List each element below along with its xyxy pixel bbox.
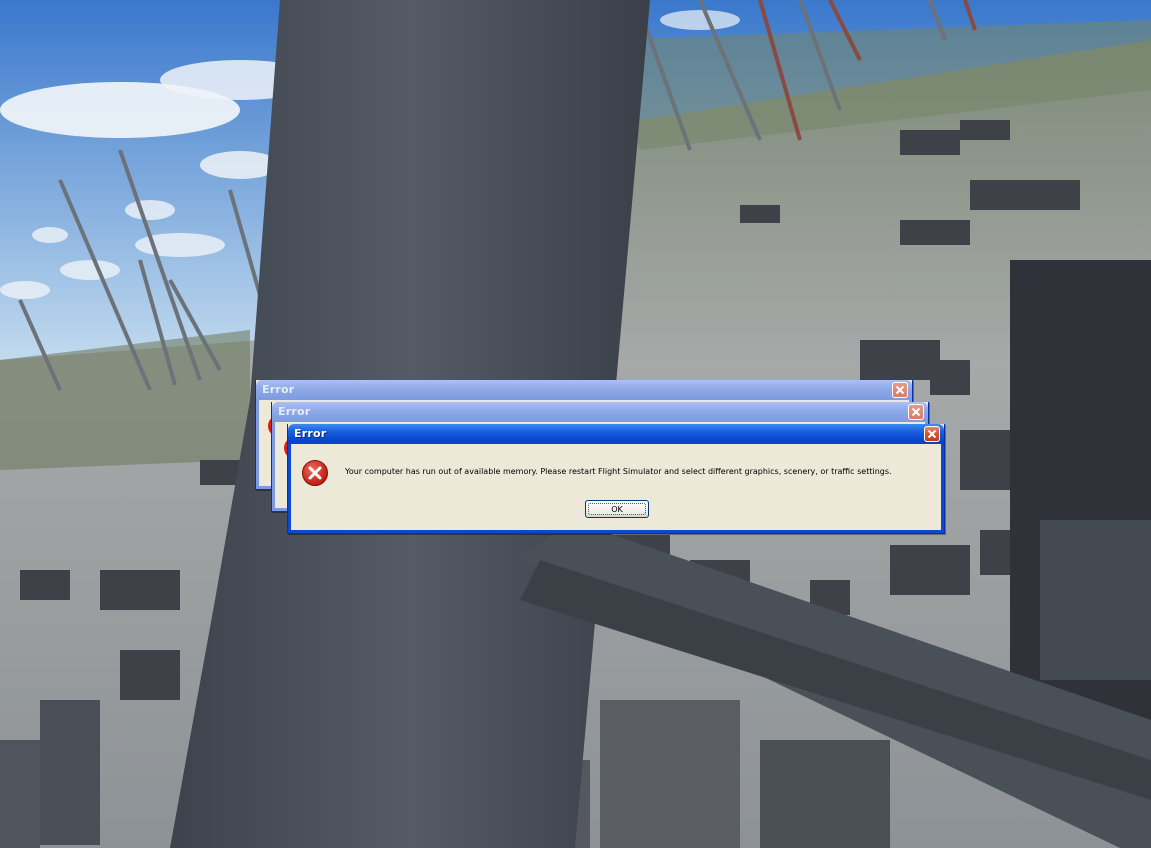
title-bar[interactable]: Error [256, 380, 912, 400]
close-button[interactable] [908, 404, 924, 420]
close-button[interactable] [892, 382, 908, 398]
close-icon [911, 407, 921, 417]
close-button[interactable] [924, 426, 940, 442]
dialog-body: Your computer has run out of available m… [288, 444, 944, 533]
error-icon [302, 460, 328, 486]
title-bar[interactable]: Error [288, 424, 944, 444]
dialog-title: Error [262, 383, 295, 396]
error-dialog: Error Your computer has run out of avail… [287, 424, 945, 534]
ok-button-label: OK [611, 504, 623, 514]
title-bar[interactable]: Error [272, 402, 928, 422]
close-icon [927, 429, 937, 439]
dialog-title: Error [294, 427, 327, 440]
ok-button[interactable]: OK [585, 500, 649, 518]
dialog-title: Error [278, 405, 311, 418]
close-icon [895, 385, 905, 395]
error-message: Your computer has run out of available m… [345, 467, 892, 476]
